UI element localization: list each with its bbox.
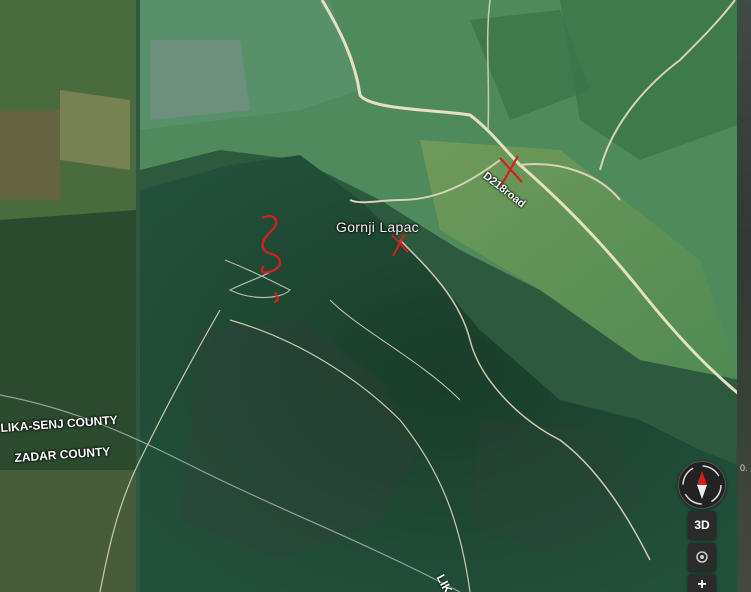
location-target-icon xyxy=(696,551,708,563)
compass-button[interactable] xyxy=(678,461,726,509)
map-view[interactable]: Gornji Lapac D218road LIKA-SENJ COUNTY Z… xyxy=(0,0,751,592)
tilt-3d-button[interactable]: 3D xyxy=(688,511,716,539)
satellite-imagery xyxy=(0,0,751,592)
edge-text-top: 0. xyxy=(740,463,748,473)
place-label: Gornji Lapac xyxy=(336,219,419,235)
side-panel-edge: 0. xyxy=(737,0,751,592)
my-location-button[interactable] xyxy=(688,543,716,571)
compass-icon xyxy=(682,465,722,505)
zoom-in-button[interactable]: + xyxy=(688,574,716,592)
